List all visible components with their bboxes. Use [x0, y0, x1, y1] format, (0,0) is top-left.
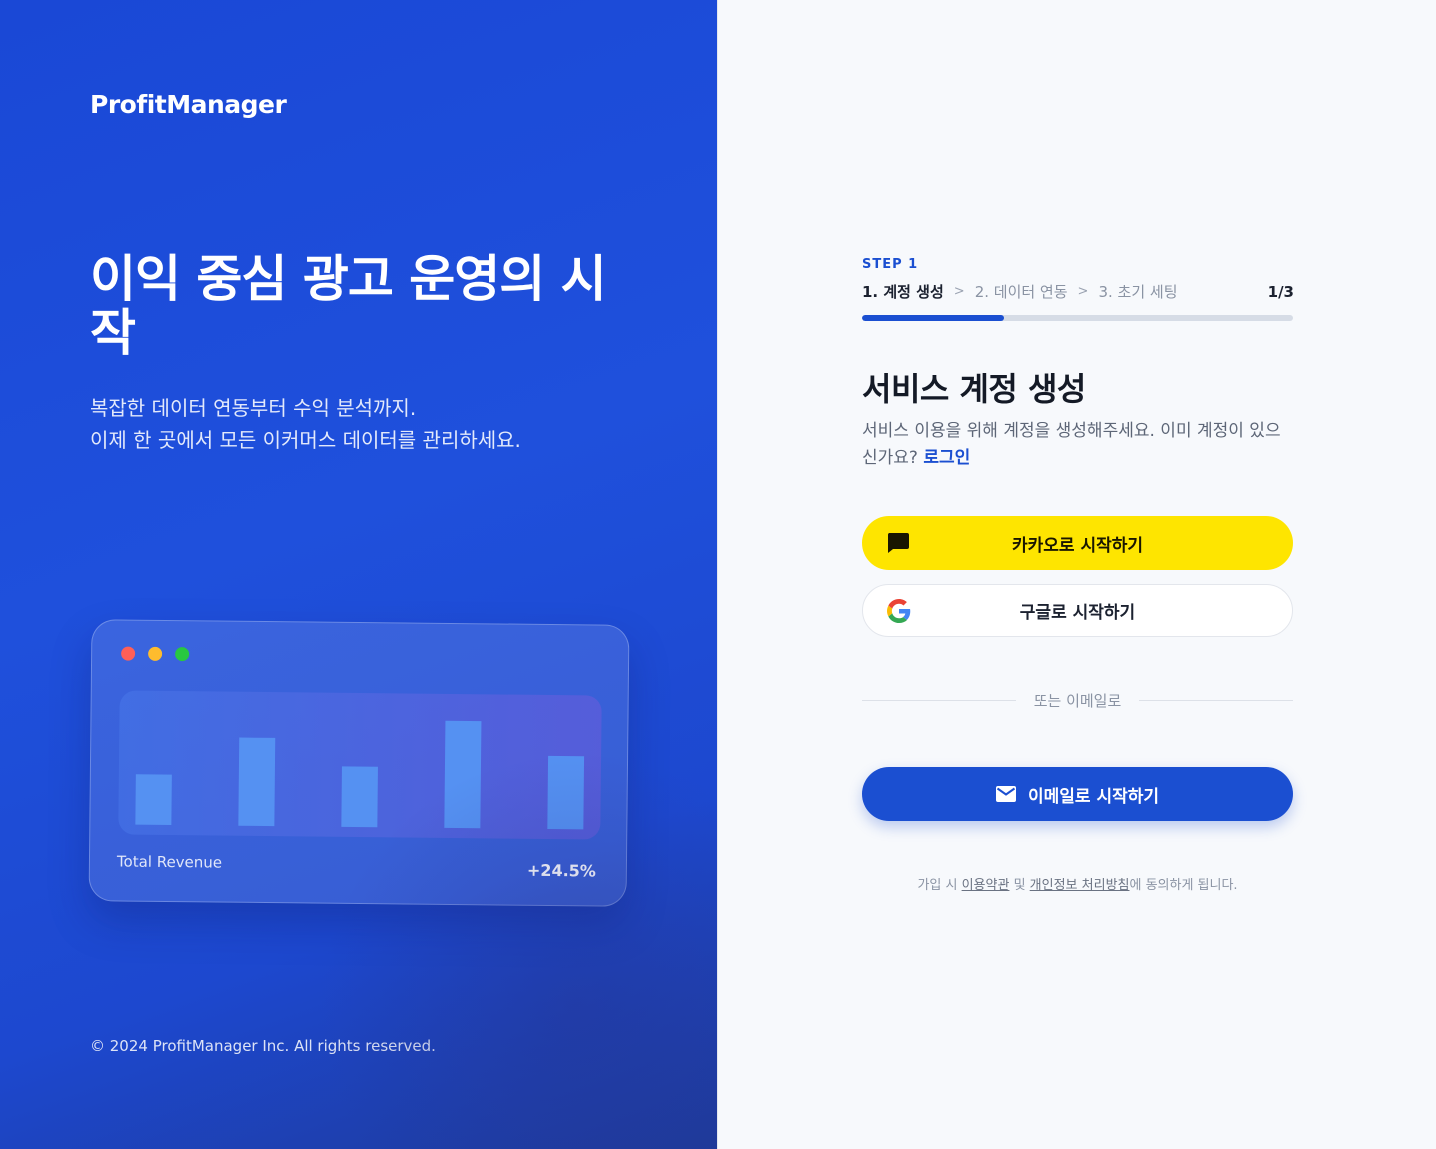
divider-text: 또는 이메일로 [1033, 692, 1122, 710]
brand-panel: ProfitManager 이익 중심 광고 운영의 시작 복잡한 데이터 연동… [0, 0, 717, 1149]
email-button-label: 이메일로 시작하기 [1027, 786, 1160, 807]
divider-line [862, 700, 1016, 701]
step-separator: > [953, 284, 965, 299]
window-dot-red [121, 646, 136, 661]
step-breadcrumb: 1. 계정 생성 > 2. 데이터 연동 > 3. 초기 세팅 1/3 [862, 281, 1294, 302]
terms-of-service-link[interactable]: 이용약관 [962, 878, 1010, 893]
page-title: 서비스 계정 생성 [862, 370, 1086, 408]
signup-panel: STEP 1 1. 계정 생성 > 2. 데이터 연동 > 3. 초기 세팅 1… [717, 0, 1436, 1149]
step-item-account: 1. 계정 생성 [862, 283, 944, 301]
window-dots [121, 646, 190, 662]
divider: 또는 이메일로 [862, 690, 1294, 711]
bar-chart-svg [135, 720, 585, 830]
step-count: 1/3 [1267, 282, 1294, 301]
card-label: Total Revenue [116, 852, 223, 872]
login-link[interactable]: 로그인 [923, 448, 970, 468]
kakao-signup-button[interactable]: 카카오로 시작하기 [862, 516, 1293, 570]
hero-title: 이익 중심 광고 운영의 시작 [90, 250, 607, 362]
terms-suffix: 에 동의하게 됩니다. [1129, 878, 1238, 893]
terms-mid: 및 [1009, 878, 1030, 893]
hero-subtitle: 복잡한 데이터 연동부터 수익 분석까지. 이제 한 곳에서 모든 이커머스 데… [90, 392, 690, 456]
step-item-setup: 3. 초기 세팅 [1098, 283, 1178, 301]
chart-bar [135, 774, 172, 826]
page-description: 서비스 이용을 위해 계정을 생성해주세요. 이미 계정이 있으신가요? 로그인 [862, 418, 1292, 472]
step-separator: > [1077, 284, 1089, 299]
hero-subtitle-line-2: 이제 한 곳에서 모든 이커머스 데이터를 관리하세요. [90, 428, 521, 452]
card-growth-value: +24.5% [526, 860, 596, 881]
chat-bubble-icon [886, 532, 910, 554]
divider-line [1139, 700, 1294, 701]
chart-bar [547, 755, 585, 830]
revenue-preview-card: Total Revenue +24.5% [88, 619, 630, 907]
kakao-button-label: 카카오로 시작하기 [1011, 535, 1144, 556]
step-label: STEP 1 [862, 257, 919, 272]
terms-notice: 가입 시 이용약관 및 개인정보 처리방침에 동의하게 됩니다. [862, 874, 1293, 893]
window-dot-green [175, 647, 190, 662]
email-button-content: 이메일로 시작하기 [995, 782, 1160, 807]
step-item-data: 2. 데이터 연동 [974, 283, 1068, 301]
window-dot-yellow [148, 646, 163, 661]
terms-prefix: 가입 시 [917, 878, 962, 893]
google-button-label: 구글로 시작하기 [1019, 603, 1136, 623]
google-logo-icon [887, 598, 911, 623]
hero-subtitle-line-1: 복잡한 데이터 연동부터 수익 분석까지. [90, 396, 417, 420]
google-signup-button[interactable]: 구글로 시작하기 [862, 584, 1293, 637]
revenue-chart [118, 690, 602, 840]
brand-logo[interactable]: ProfitManager [90, 90, 287, 119]
copyright: © 2024 ProfitManager Inc. All rights res… [90, 1037, 436, 1055]
chart-bar [238, 737, 276, 827]
chart-bar [444, 720, 482, 829]
privacy-policy-link[interactable]: 개인정보 처리방침 [1030, 878, 1130, 893]
step-progress-fill [862, 315, 1005, 321]
email-signup-button[interactable]: 이메일로 시작하기 [862, 767, 1293, 821]
mail-icon [995, 786, 1016, 802]
step-progress-bar [862, 315, 1293, 321]
chart-bar [341, 766, 378, 828]
